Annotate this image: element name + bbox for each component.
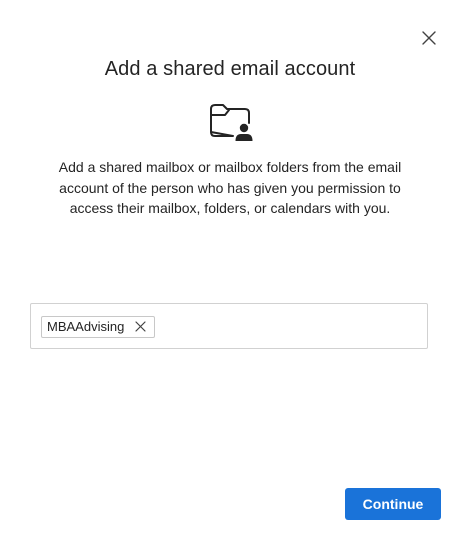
shared-account-input-box[interactable]: MBAAdvising — [30, 303, 428, 349]
dismiss-icon — [135, 321, 146, 332]
recipient-input[interactable] — [161, 310, 427, 342]
recipient-chip-label: MBAAdvising — [47, 319, 125, 334]
close-button[interactable] — [418, 27, 440, 49]
dialog-description: Add a shared mailbox or mailbox folders … — [58, 159, 402, 216]
close-icon — [422, 31, 436, 45]
recipient-chip[interactable]: MBAAdvising — [41, 315, 156, 338]
remove-recipient-button[interactable] — [134, 321, 146, 333]
continue-button[interactable]: Continue — [345, 488, 441, 520]
add-shared-account-dialog: Add a shared email account Add a shared … — [0, 0, 465, 541]
folder-person-icon — [208, 101, 254, 143]
dialog-title: Add a shared email account — [104, 58, 356, 80]
